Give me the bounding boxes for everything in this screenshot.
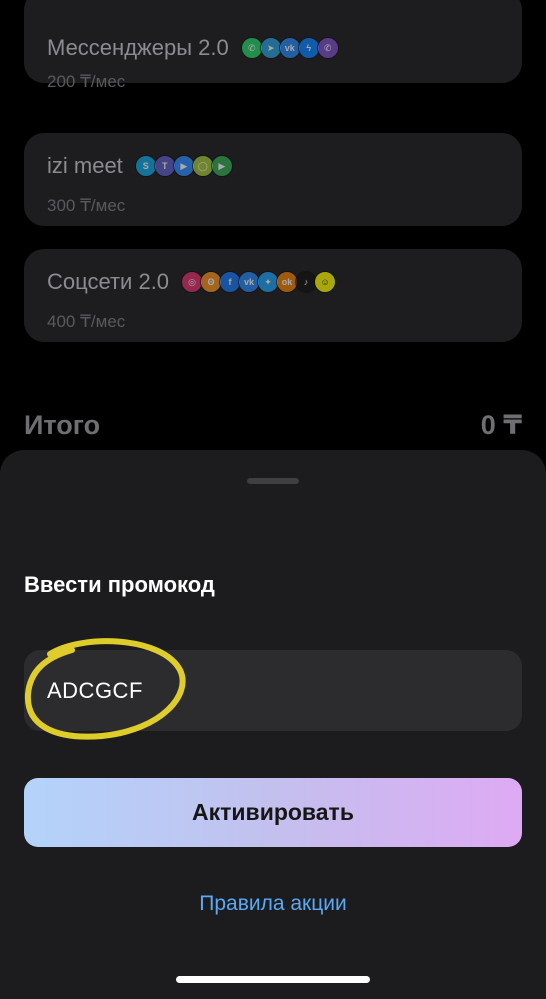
home-indicator: [176, 976, 370, 983]
plan-title: Соцсети 2.0: [47, 269, 170, 294]
sheet-grabber[interactable]: [247, 478, 299, 484]
plan-title: Мессенджеры 2.0: [47, 35, 229, 60]
plan-title: izi meet: [47, 153, 123, 178]
activate-button[interactable]: Активировать: [24, 778, 522, 847]
plan-price: 200 ₸/мес: [47, 72, 126, 91]
total-value: 0 ₸: [480, 410, 522, 440]
plan-icons: S T ▶ ◯ ▶: [134, 155, 233, 177]
promo-bottom-sheet: Ввести промокод ADCGCF Активировать Прав…: [0, 450, 546, 999]
plan-card-social[interactable]: Соцсети 2.0 ◎ ʘ f vk ✦ ok ♪ ☺ 400 ₸/мес: [24, 249, 522, 342]
promo-rules-link[interactable]: Правила акции: [0, 892, 546, 916]
plan-price: 400 ₸/мес: [47, 312, 126, 331]
google-meet-icon: ▶: [210, 155, 233, 177]
plan-icons: ◎ ʘ f vk ✦ ok ♪ ☺: [181, 271, 337, 293]
plan-price: 300 ₸/мес: [47, 196, 126, 215]
promo-code-input[interactable]: ADCGCF: [24, 650, 522, 731]
promo-code-value: ADCGCF: [47, 677, 143, 703]
snapchat-icon: ☺: [314, 271, 337, 293]
plan-icons: ✆ ➤ vk ϟ ✆: [240, 37, 339, 59]
viber-icon: ✆: [316, 37, 339, 59]
plan-card-messengers[interactable]: Мессенджеры 2.0 ✆ ➤ vk ϟ ✆ 200 ₸/мес: [24, 0, 522, 91]
total-row: Итого 0 ₸: [24, 410, 522, 441]
plan-card-izi-meet[interactable]: izi meet S T ▶ ◯ ▶ 300 ₸/мес: [24, 133, 522, 226]
activate-button-label: Активировать: [192, 799, 354, 825]
promo-title: Ввести промокод: [24, 572, 215, 597]
total-label: Итого: [24, 410, 101, 440]
